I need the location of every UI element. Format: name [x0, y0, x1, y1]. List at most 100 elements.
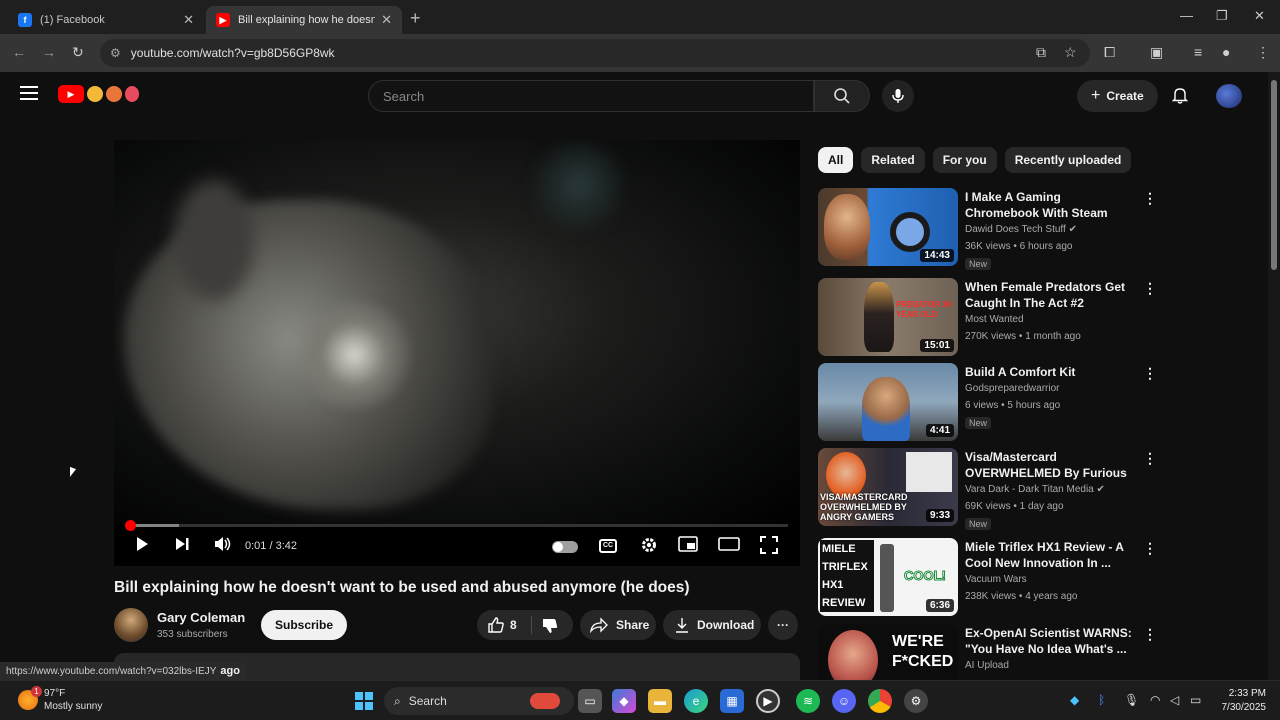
- bookmark-star-icon[interactable]: ☆: [1064, 44, 1077, 61]
- site-info-icon[interactable]: ⚙: [110, 46, 121, 60]
- chip-for-you[interactable]: For you: [932, 147, 997, 173]
- play-icon[interactable]: [134, 536, 150, 557]
- hamburger-menu-icon[interactable]: [20, 86, 38, 100]
- speaker-icon[interactable]: ◁: [1170, 693, 1179, 707]
- next-icon[interactable]: [174, 536, 190, 557]
- download-button[interactable]: Download: [663, 610, 761, 640]
- file-explorer-icon[interactable]: ▬: [648, 689, 672, 713]
- profile-icon[interactable]: ●: [1222, 44, 1230, 60]
- channel-avatar[interactable]: [114, 608, 148, 642]
- like-button[interactable]: [487, 616, 505, 637]
- more-vertical-icon[interactable]: ⋮: [1143, 365, 1157, 382]
- channel-name[interactable]: Gary Coleman: [157, 610, 245, 625]
- video-thumbnail[interactable]: MIELE TRIFLEX HX1 REVIEW COOL! 6:36: [818, 538, 958, 616]
- video-frame[interactable]: [114, 140, 800, 524]
- dislike-button[interactable]: [541, 617, 559, 638]
- more-vertical-icon[interactable]: ⋮: [1143, 540, 1157, 557]
- channel-name[interactable]: AI Upload: [965, 660, 1009, 671]
- volume-icon[interactable]: [214, 536, 232, 557]
- video-title[interactable]: Visa/Mastercard OVERWHELMED By Furious .…: [965, 449, 1135, 481]
- address-bar[interactable]: ⚙ youtube.com/watch?v=gb8D56GP8wk: [100, 39, 1090, 67]
- miniplayer-icon[interactable]: [678, 536, 698, 557]
- close-tab-icon[interactable]: ✕: [183, 12, 194, 28]
- copilot-icon[interactable]: ◆: [612, 689, 636, 713]
- channel-name[interactable]: Dawid Does Tech Stuff ✔: [965, 224, 1077, 235]
- chrome-icon[interactable]: [868, 689, 892, 713]
- install-app-icon[interactable]: ⧉: [1036, 44, 1046, 61]
- more-vertical-icon[interactable]: ⋮: [1143, 450, 1157, 467]
- more-actions-button[interactable]: ···: [768, 610, 798, 640]
- fullscreen-icon[interactable]: [760, 536, 778, 559]
- video-thumbnail[interactable]: WE'RE F*CKED: [818, 624, 958, 680]
- recommended-video[interactable]: 4:41 Build A Comfort Kit Godspreparedwar…: [818, 363, 1158, 443]
- search-button[interactable]: [814, 80, 870, 112]
- channel-name[interactable]: Most Wanted: [965, 314, 1024, 325]
- windows-start-icon[interactable]: [352, 689, 376, 713]
- video-thumbnail[interactable]: 4:41: [818, 363, 958, 441]
- recommended-video[interactable]: PREDATOR 38 YEAR OLD 15:01 When Female P…: [818, 278, 1158, 358]
- wifi-icon[interactable]: ◠: [1150, 693, 1160, 707]
- autoplay-toggle[interactable]: [552, 541, 578, 553]
- weather-widget[interactable]: 1 97°F Mostly sunny: [18, 686, 102, 713]
- video-thumbnail[interactable]: PREDATOR 38 YEAR OLD 15:01: [818, 278, 958, 356]
- youtube-logo[interactable]: ▶: [58, 85, 139, 103]
- edge-icon[interactable]: e: [684, 689, 708, 713]
- video-title[interactable]: Miele Triflex HX1 Review - A Cool New In…: [965, 539, 1135, 571]
- tab-facebook[interactable]: f (1) Facebook ✕: [8, 6, 204, 34]
- system-clock[interactable]: 2:33 PM 7/30/2025: [1212, 687, 1267, 715]
- store-icon[interactable]: ▦: [720, 689, 744, 713]
- theater-mode-icon[interactable]: [718, 536, 740, 557]
- more-vertical-icon[interactable]: ⋮: [1143, 280, 1157, 297]
- captions-icon[interactable]: CC: [599, 539, 617, 553]
- share-button[interactable]: Share: [580, 610, 656, 640]
- close-tab-icon[interactable]: ✕: [381, 12, 392, 28]
- tab-youtube-video[interactable]: ▶ Bill explaining how he doesn't w ✕: [206, 6, 402, 34]
- subscribe-button[interactable]: Subscribe: [261, 610, 348, 640]
- translate-icon[interactable]: ≡: [1194, 44, 1202, 60]
- chip-related[interactable]: Related: [861, 147, 925, 173]
- channel-name[interactable]: Vara Dark - Dark Titan Media ✔: [965, 484, 1105, 495]
- page-scrollbar[interactable]: [1268, 72, 1280, 680]
- channel-name[interactable]: Godspreparedwarrior: [965, 383, 1060, 394]
- sidebar-icon[interactable]: ▣: [1150, 44, 1163, 61]
- task-view-icon[interactable]: ▭: [578, 689, 602, 713]
- voice-search-button[interactable]: [882, 80, 914, 112]
- video-thumbnail[interactable]: 14:43: [818, 188, 958, 266]
- spotify-icon[interactable]: ≋: [796, 689, 820, 713]
- more-vertical-icon[interactable]: ⋮: [1143, 626, 1157, 643]
- tray-app-icon[interactable]: ◆: [1070, 693, 1079, 707]
- chip-recently-uploaded[interactable]: Recently uploaded: [1004, 147, 1132, 173]
- scrubber-handle[interactable]: [125, 520, 137, 531]
- video-title[interactable]: Ex-OpenAI Scientist WARNS: "You Have No …: [965, 625, 1135, 657]
- more-menu-icon[interactable]: ⋮: [1256, 44, 1270, 61]
- notifications-bell-icon[interactable]: [1171, 86, 1189, 108]
- discord-icon[interactable]: ☺: [832, 689, 856, 713]
- video-thumbnail[interactable]: VISA/MASTERCARD OVERWHELMED BY ANGRY GAM…: [818, 448, 958, 526]
- settings-gear-icon[interactable]: [640, 536, 658, 559]
- extensions-icon[interactable]: ⧠: [1104, 44, 1115, 61]
- recommended-video[interactable]: MIELE TRIFLEX HX1 REVIEW COOL! 6:36 Miel…: [818, 538, 1158, 618]
- video-title[interactable]: I Make A Gaming Chromebook With Steam OS…: [965, 189, 1135, 221]
- recommended-video[interactable]: WE'RE F*CKED Ex-OpenAI Scientist WARNS: …: [818, 624, 1158, 680]
- video-title[interactable]: Build A Comfort Kit: [965, 364, 1135, 380]
- recommended-video[interactable]: VISA/MASTERCARD OVERWHELMED BY ANGRY GAM…: [818, 448, 1158, 530]
- taskbar-search[interactable]: ⌕ Search: [384, 687, 574, 715]
- close-window-icon[interactable]: ✕: [1254, 8, 1265, 24]
- search-input[interactable]: Search: [368, 80, 814, 112]
- recommended-video[interactable]: 14:43 I Make A Gaming Chromebook With St…: [818, 188, 1158, 270]
- reload-icon[interactable]: ↻: [72, 44, 84, 61]
- media-player-icon[interactable]: ▶: [756, 689, 780, 713]
- account-avatar[interactable]: [1216, 84, 1242, 108]
- chip-all[interactable]: All: [818, 147, 854, 173]
- video-player[interactable]: 0:01 / 3:42 CC: [114, 140, 800, 566]
- back-icon[interactable]: ←: [12, 44, 26, 60]
- create-button[interactable]: + Create: [1077, 80, 1158, 112]
- channel-name[interactable]: Vacuum Wars: [965, 574, 1027, 585]
- microphone-tray-icon[interactable]: 🎙: [1124, 693, 1139, 707]
- settings-app-icon[interactable]: ⚙: [904, 689, 928, 713]
- more-vertical-icon[interactable]: ⋮: [1143, 190, 1157, 207]
- progress-bar[interactable]: [125, 520, 788, 531]
- scrollbar-thumb[interactable]: [1271, 80, 1277, 270]
- video-title[interactable]: When Female Predators Get Caught In The …: [965, 279, 1135, 311]
- new-tab-icon[interactable]: +: [410, 8, 421, 29]
